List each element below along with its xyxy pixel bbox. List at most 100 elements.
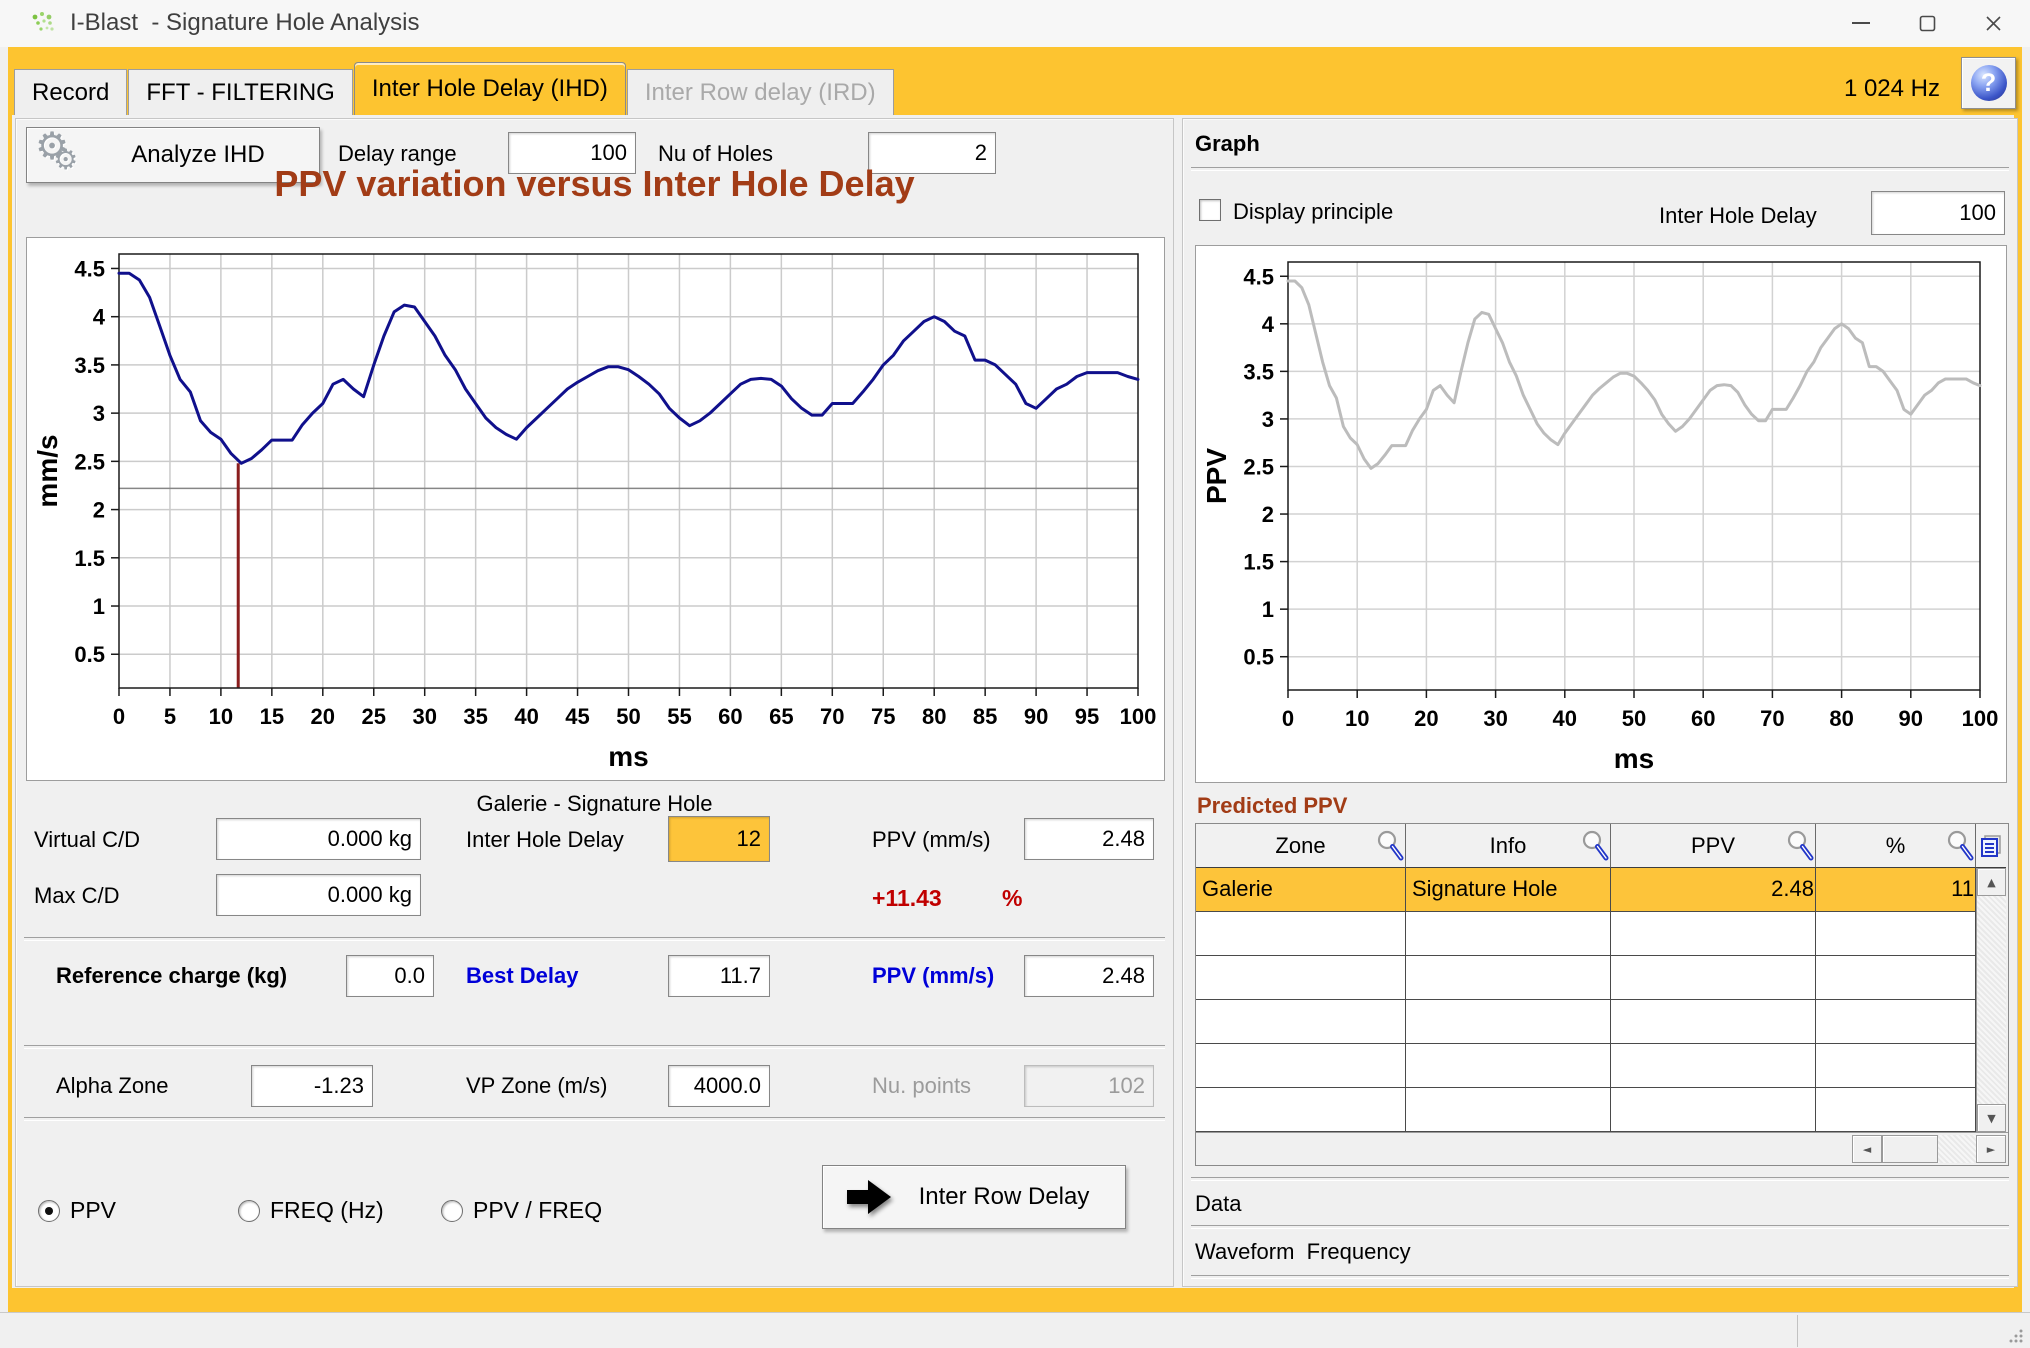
svg-text:2: 2 [1262, 502, 1274, 527]
alpha-zone-input[interactable]: -1.23 [251, 1065, 373, 1107]
tab-record[interactable]: Record [14, 69, 127, 115]
svg-text:100: 100 [1962, 706, 1999, 731]
table-row-empty[interactable] [1196, 1000, 1976, 1044]
svg-text:2: 2 [93, 498, 105, 523]
svg-text:20: 20 [311, 704, 335, 729]
best-delay-input[interactable]: 11.7 [668, 955, 770, 997]
svg-text:ms: ms [1614, 743, 1654, 774]
scroll-down-button[interactable]: ▼ [1977, 1104, 2006, 1132]
vp-zone-input[interactable]: 4000.0 [668, 1065, 770, 1107]
tab-inter-row-delay-ird[interactable]: Inter Row delay (IRD) [627, 69, 894, 115]
table-row-empty[interactable] [1196, 1088, 1976, 1132]
svg-text:4.5: 4.5 [1243, 264, 1274, 289]
inter-hole-delay-label: Inter Hole Delay [466, 827, 624, 853]
svg-text:65: 65 [769, 704, 793, 729]
svg-text:20: 20 [1414, 706, 1438, 731]
column-header-ppv[interactable]: PPV [1611, 824, 1816, 868]
ppv-change-unit: % [1002, 885, 1022, 912]
best-ppv-input[interactable]: 2.48 [1024, 955, 1154, 997]
best-ppv-label: PPV (mm/s) [872, 963, 994, 989]
column-header-zone[interactable]: Zone [1196, 824, 1406, 868]
table-cell [1816, 912, 1976, 956]
predicted-ppv-chart: 0.511.522.533.544.5010203040506070809010… [1195, 245, 2007, 783]
table-cell [1196, 1044, 1406, 1088]
tab-inter-hole-delay-ihd[interactable]: Inter Hole Delay (IHD) [354, 62, 626, 115]
tab-fft-filtering[interactable]: FFT - FILTERING [128, 69, 352, 115]
tab-label: FFT - FILTERING [146, 79, 334, 107]
svg-text:0.5: 0.5 [74, 642, 105, 667]
predicted-ppv-label: Predicted PPV [1197, 793, 1347, 819]
svg-text:5: 5 [164, 704, 176, 729]
column-header-[interactable]: % [1816, 824, 1976, 868]
table-cell: 11 [1816, 868, 1976, 912]
window-controls [1828, 0, 2026, 46]
svg-text:50: 50 [1622, 706, 1646, 731]
table-cell [1406, 1000, 1611, 1044]
export-table-icon[interactable] [1979, 834, 2003, 858]
radio-freq-hz[interactable]: FREQ (Hz) [238, 1197, 384, 1224]
reference-charge-label: Reference charge (kg) [56, 963, 287, 989]
svg-text:80: 80 [922, 704, 946, 729]
reference-charge-input[interactable]: 0.0 [346, 955, 434, 997]
search-info-icon[interactable] [1579, 829, 1609, 861]
table-row-empty[interactable] [1196, 912, 1976, 956]
table-cell: 2.48 [1611, 868, 1816, 912]
table-cell [1196, 956, 1406, 1000]
search-ppv-icon[interactable] [1784, 829, 1814, 861]
tab-label: Inter Hole Delay (IHD) [372, 75, 608, 103]
virtual-cd-label: Virtual C/D [34, 827, 140, 853]
scroll-left-button[interactable]: ◄ [1852, 1135, 1882, 1163]
sample-rate: 1 024 Hz [1770, 75, 1940, 103]
table-cell [1611, 1088, 1816, 1132]
table-vertical-scrollbar[interactable]: ▲▼ [1976, 868, 2006, 1132]
svg-text:90: 90 [1899, 706, 1923, 731]
ppv-input[interactable]: 2.48 [1024, 818, 1154, 860]
close-button[interactable] [1960, 0, 2026, 46]
status-divider [1797, 1315, 1798, 1347]
separator [1191, 1275, 2009, 1279]
help-icon: ? [1971, 65, 2007, 101]
ihd-panel: ⚙⚙ Analyze IHD Delay range 100 Nu of Hol… [15, 118, 1174, 1287]
inter-hole-delay-input[interactable]: 12 [668, 816, 770, 862]
svg-text:2.5: 2.5 [74, 449, 105, 474]
table-cell [1406, 1044, 1611, 1088]
table-body: GalerieSignature Hole2.4811 [1196, 868, 1976, 1132]
scroll-up-button[interactable]: ▲ [1977, 868, 2006, 896]
graph-ihd-input[interactable]: 100 [1871, 191, 2005, 235]
app-icon [30, 10, 56, 36]
help-button[interactable]: ? [1961, 57, 2016, 109]
table-row-empty[interactable] [1196, 1044, 1976, 1088]
graph-header: Graph [1195, 131, 1260, 157]
resize-grip[interactable] [2008, 1328, 2024, 1344]
separator [24, 1045, 1165, 1049]
max-cd-input[interactable]: 0.000 kg [216, 874, 421, 916]
search-zone-icon[interactable] [1374, 829, 1404, 861]
svg-text:PPV: PPV [1201, 448, 1232, 504]
svg-text:70: 70 [820, 704, 844, 729]
virtual-cd-input[interactable]: 0.000 kg [216, 818, 421, 860]
separator [1191, 1225, 2009, 1229]
search--icon[interactable] [1944, 829, 1974, 861]
arrow-right-icon [845, 1177, 895, 1217]
separator [1191, 167, 2009, 171]
svg-text:4: 4 [1262, 312, 1275, 337]
scrollbar-track[interactable] [1938, 1135, 1976, 1163]
radio-ppv-freq[interactable]: PPV / FREQ [441, 1197, 602, 1224]
table-row[interactable]: GalerieSignature Hole2.4811 [1196, 868, 1976, 912]
radio-ppv[interactable]: PPV [38, 1197, 116, 1224]
svg-text:0: 0 [113, 704, 125, 729]
scroll-right-button[interactable]: ► [1976, 1135, 2006, 1163]
svg-text:80: 80 [1829, 706, 1853, 731]
minimize-button[interactable] [1828, 0, 1894, 46]
svg-text:90: 90 [1024, 704, 1048, 729]
maximize-button[interactable] [1894, 0, 1960, 46]
display-principle-checkbox[interactable] [1199, 199, 1221, 221]
table-row-empty[interactable] [1196, 956, 1976, 1000]
scrollbar-thumb[interactable] [1882, 1135, 1938, 1163]
svg-text:50: 50 [616, 704, 640, 729]
inter-row-delay-button[interactable]: Inter Row Delay [822, 1165, 1126, 1229]
table-horizontal-scrollbar[interactable]: ◄► [1196, 1132, 2008, 1165]
nu-points-input: 102 [1024, 1065, 1154, 1107]
column-header-info[interactable]: Info [1406, 824, 1611, 868]
graph-panel: Graph Display principle Inter Hole Delay… [1182, 118, 2018, 1287]
